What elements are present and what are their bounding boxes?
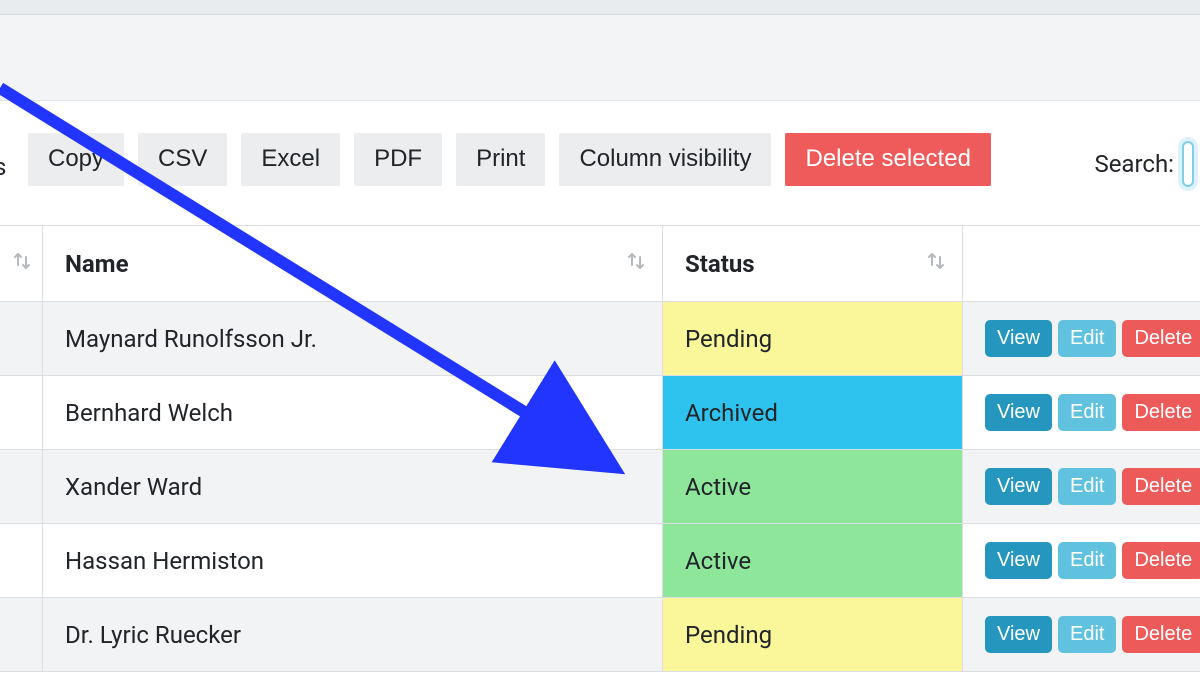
row-select-cell[interactable]: [0, 376, 43, 450]
table-header-row: Name Status: [0, 226, 1200, 302]
window-chrome-strip: [0, 0, 1200, 15]
view-button[interactable]: View: [985, 616, 1052, 653]
data-table: Name Status Maynard Runo: [0, 225, 1200, 672]
table-row: Bernhard WelchArchivedViewEditDelete: [0, 376, 1200, 450]
name-cell: Xander Ward: [43, 450, 663, 524]
actions-cell: ViewEditDelete: [963, 598, 1200, 672]
csv-button[interactable]: CSV: [138, 133, 227, 186]
delete-button[interactable]: Delete: [1122, 320, 1200, 357]
edit-button[interactable]: Edit: [1058, 394, 1116, 431]
excel-button[interactable]: Excel: [241, 133, 340, 186]
view-button[interactable]: View: [985, 320, 1052, 357]
view-button[interactable]: View: [985, 468, 1052, 505]
delete-button[interactable]: Delete: [1122, 468, 1200, 505]
table-body: Maynard Runolfsson Jr.PendingViewEditDel…: [0, 302, 1200, 672]
name-cell: Dr. Lyric Ruecker: [43, 598, 663, 672]
view-button[interactable]: View: [985, 542, 1052, 579]
search-input[interactable]: [1182, 141, 1194, 187]
row-select-cell[interactable]: [0, 598, 43, 672]
sort-icon: [12, 251, 32, 277]
name-column-label: Name: [65, 250, 129, 278]
actions-cell: ViewEditDelete: [963, 376, 1200, 450]
entries-label-fragment: s: [0, 153, 6, 181]
table-row: Xander WardActiveViewEditDelete: [0, 450, 1200, 524]
row-select-cell[interactable]: [0, 450, 43, 524]
edit-button[interactable]: Edit: [1058, 542, 1116, 579]
pdf-button[interactable]: PDF: [354, 133, 442, 186]
delete-button[interactable]: Delete: [1122, 616, 1200, 653]
sort-icon: [626, 251, 646, 277]
column-visibility-button[interactable]: Column visibility: [559, 133, 771, 186]
name-cell: Maynard Runolfsson Jr.: [43, 302, 663, 376]
select-all-header[interactable]: [0, 226, 43, 302]
actions-column-header: [963, 226, 1200, 302]
copy-button[interactable]: Copy: [28, 133, 124, 186]
status-cell: Pending: [663, 598, 963, 672]
row-select-cell[interactable]: [0, 524, 43, 598]
table-toolbar: s Copy CSV Excel PDF Print Column visibi…: [0, 101, 1200, 221]
status-cell: Active: [663, 524, 963, 598]
table-wrap: Name Status Maynard Runo: [0, 225, 1200, 672]
name-column-header[interactable]: Name: [43, 226, 663, 302]
view-button[interactable]: View: [985, 394, 1052, 431]
status-cell: Active: [663, 450, 963, 524]
edit-button[interactable]: Edit: [1058, 320, 1116, 357]
print-button[interactable]: Print: [456, 133, 545, 186]
name-cell: Hassan Hermiston: [43, 524, 663, 598]
search-wrap: Search:: [1094, 141, 1194, 187]
delete-button[interactable]: Delete: [1122, 394, 1200, 431]
edit-button[interactable]: Edit: [1058, 468, 1116, 505]
table-row: Dr. Lyric RueckerPendingViewEditDelete: [0, 598, 1200, 672]
actions-cell: ViewEditDelete: [963, 450, 1200, 524]
sort-icon: [926, 251, 946, 277]
edit-button[interactable]: Edit: [1058, 616, 1116, 653]
delete-selected-button[interactable]: Delete selected: [785, 133, 990, 186]
actions-cell: ViewEditDelete: [963, 524, 1200, 598]
search-label: Search:: [1094, 150, 1174, 178]
status-cell: Pending: [663, 302, 963, 376]
table-panel: s Copy CSV Excel PDF Print Column visibi…: [0, 100, 1200, 675]
delete-button[interactable]: Delete: [1122, 542, 1200, 579]
table-row: Hassan HermistonActiveViewEditDelete: [0, 524, 1200, 598]
status-cell: Archived: [663, 376, 963, 450]
export-button-row: Copy CSV Excel PDF Print Column visibili…: [28, 133, 991, 186]
name-cell: Bernhard Welch: [43, 376, 663, 450]
page-header-bar: [0, 15, 1200, 100]
table-row: Maynard Runolfsson Jr.PendingViewEditDel…: [0, 302, 1200, 376]
status-column-label: Status: [685, 250, 755, 278]
status-column-header[interactable]: Status: [663, 226, 963, 302]
row-select-cell[interactable]: [0, 302, 43, 376]
actions-cell: ViewEditDelete: [963, 302, 1200, 376]
